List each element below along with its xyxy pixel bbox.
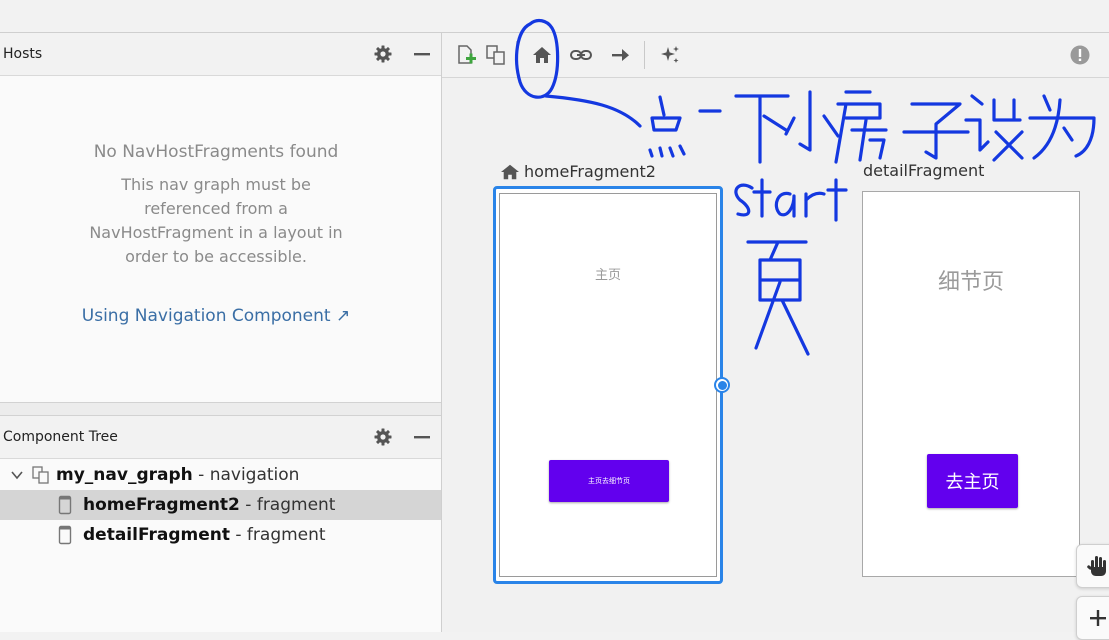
auto-arrange-icon[interactable] xyxy=(656,41,684,69)
tree-item-detail-fragment[interactable]: detailFragment - fragment xyxy=(0,520,441,550)
hosts-header: Hosts xyxy=(0,33,441,76)
hosts-title: Hosts xyxy=(3,46,43,62)
component-tree-header: Component Tree xyxy=(0,416,441,459)
fragment-card-home[interactable]: 主页 主页去细节页 xyxy=(493,186,723,584)
fragment-icon xyxy=(58,495,83,515)
action-arrow-icon[interactable] xyxy=(606,41,634,69)
screen-title: 主页 xyxy=(594,268,621,283)
nested-graph-icon xyxy=(26,465,56,485)
navigation-component-link[interactable]: Using Navigation Component ↗ xyxy=(0,306,432,326)
hosts-body: No NavHostFragments found This nav graph… xyxy=(0,76,441,402)
go-to-home-button[interactable]: 去主页 xyxy=(927,454,1018,508)
new-destination-icon[interactable] xyxy=(452,41,480,69)
minimize-icon[interactable] xyxy=(411,426,433,448)
fragment-label-detail[interactable]: detailFragment xyxy=(863,161,984,180)
gear-icon[interactable] xyxy=(372,43,394,65)
tree-item-home-fragment[interactable]: homeFragment2 - fragment xyxy=(0,490,441,520)
nested-graph-icon[interactable] xyxy=(482,41,510,69)
start-destination-home-icon xyxy=(500,163,520,181)
left-panel: Hosts No NavHostFragments found This nav… xyxy=(0,33,442,632)
deeplink-icon[interactable] xyxy=(567,41,595,69)
nav-editor-toolbar xyxy=(442,33,1109,78)
top-bar xyxy=(0,0,1109,33)
tree-item-type: - navigation xyxy=(192,465,300,485)
chevron-down-icon[interactable] xyxy=(10,468,26,482)
fragment-label-text: detailFragment xyxy=(863,161,985,180)
fragment-icon xyxy=(58,525,83,545)
screen-title: 细节页 xyxy=(937,270,1004,295)
go-to-detail-button[interactable]: 主页去细节页 xyxy=(549,460,669,502)
pan-hand-icon[interactable] xyxy=(1076,544,1109,588)
fragment-label-home[interactable]: homeFragment2 xyxy=(500,162,656,181)
hosts-description: This nav graph must be referenced from a… xyxy=(89,175,343,266)
component-tree-title: Component Tree xyxy=(3,429,118,445)
fragment-preview-home: 主页 主页去细节页 xyxy=(499,193,717,577)
tree-item-type: - fragment xyxy=(229,525,326,545)
gear-icon[interactable] xyxy=(372,426,394,448)
action-connector-handle[interactable] xyxy=(714,377,730,393)
fragment-card-detail[interactable]: 细节页 去主页 xyxy=(862,191,1080,577)
zoom-in-icon[interactable] xyxy=(1076,596,1109,640)
panel-splitter[interactable] xyxy=(0,402,441,416)
design-canvas[interactable]: homeFragment2 主页 主页去细节页 detailFragment 细… xyxy=(442,78,1109,640)
no-hosts-message: No NavHostFragments found xyxy=(93,142,339,162)
tree-item-type: - fragment xyxy=(239,495,336,515)
fragment-label-text: homeFragment2 xyxy=(524,162,656,181)
warning-icon[interactable] xyxy=(1066,41,1094,69)
tree-item-nav-graph[interactable]: my_nav_graph - navigation xyxy=(0,460,441,490)
minimize-icon[interactable] xyxy=(411,43,433,65)
tree-item-name: my_nav_graph xyxy=(56,465,193,485)
toolbar-separator xyxy=(516,41,517,69)
toolbar-separator xyxy=(644,41,645,69)
tree-item-name: homeFragment2 xyxy=(83,495,240,515)
tree-item-name: detailFragment xyxy=(83,525,230,545)
start-destination-home-icon[interactable] xyxy=(528,41,556,69)
